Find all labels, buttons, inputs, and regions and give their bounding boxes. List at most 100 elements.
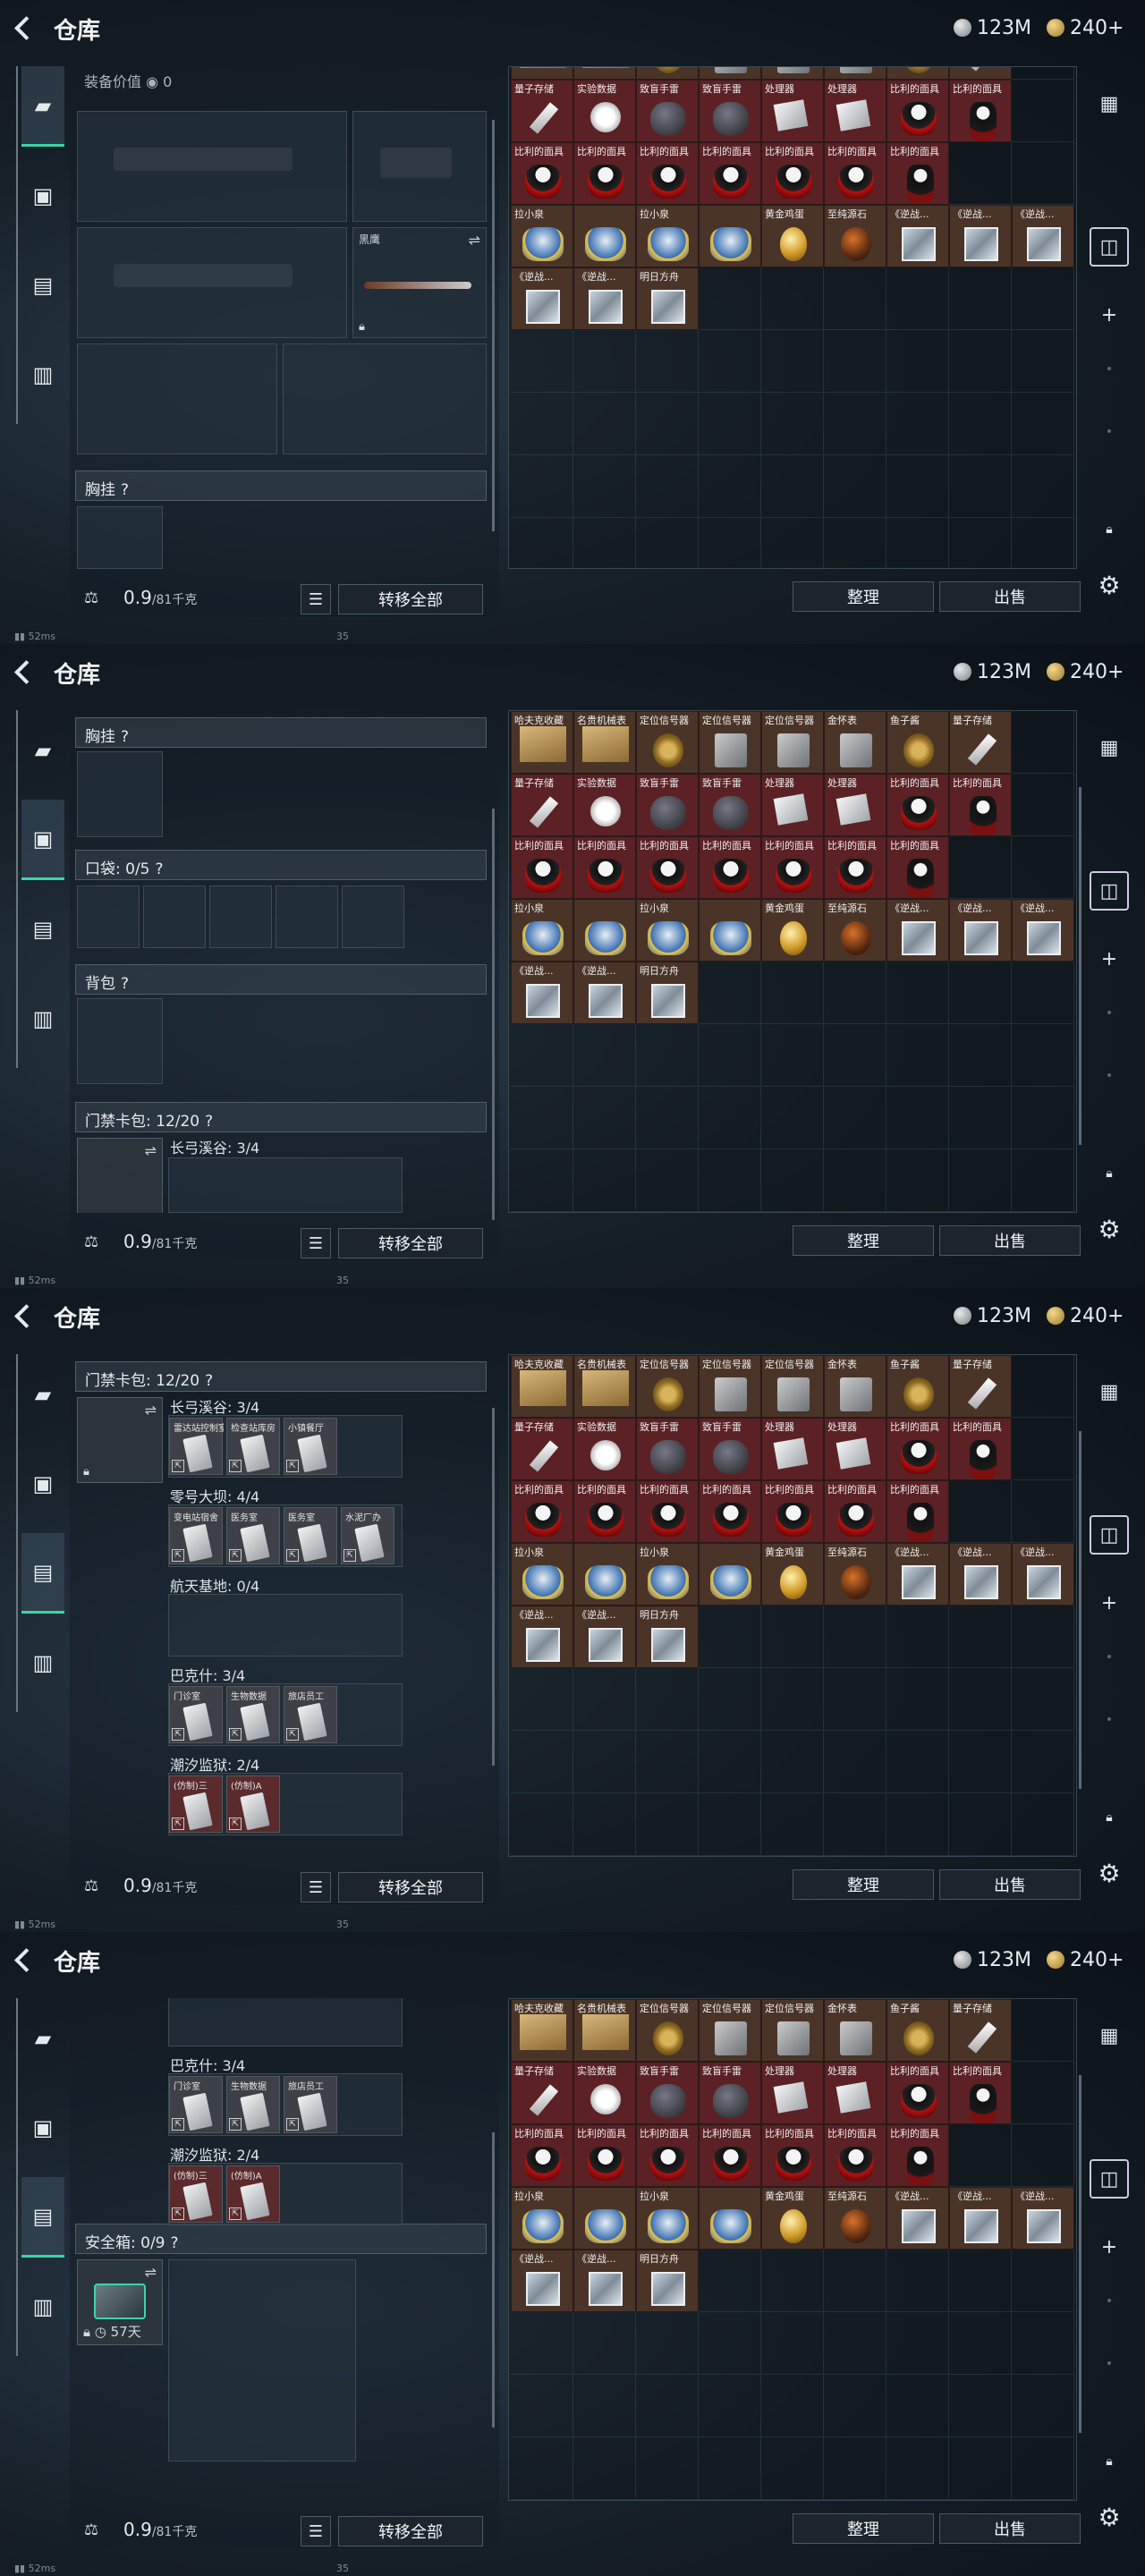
grid-cell[interactable] [761, 1087, 824, 1149]
grid-cell[interactable] [824, 962, 886, 1024]
scrollbar[interactable] [492, 1408, 495, 1766]
add-icon[interactable]: + [1090, 1583, 1129, 1623]
keycard[interactable]: 生物数据 ⇱ [226, 1686, 280, 1743]
grid-cell[interactable] [1012, 836, 1074, 899]
grid-item[interactable]: 名贵机械表 [573, 711, 636, 774]
grid-cell[interactable] [949, 1856, 1012, 1857]
help-icon[interactable]: ? [121, 481, 129, 499]
keycard[interactable]: 水泥厂办 ⇱ [341, 1507, 394, 1564]
back-button[interactable] [9, 1301, 41, 1329]
gold-currency[interactable]: 240+ [1047, 16, 1124, 39]
grid-item[interactable]: 比利的面具 [573, 836, 636, 899]
grid-cell[interactable] [1012, 711, 1074, 774]
grid-cell[interactable] [1012, 80, 1074, 142]
grid-cell[interactable] [886, 1212, 949, 1213]
storage-icon[interactable]: ▦ [1090, 728, 1129, 767]
tab-weapons[interactable]: ▰ [21, 1354, 64, 1435]
grid-cell[interactable] [699, 393, 761, 455]
grid-cell[interactable] [761, 2500, 824, 2501]
keycard[interactable]: (仿制)A ⇱ [226, 1775, 280, 1833]
primary-weapon-slot[interactable] [77, 111, 347, 222]
grid-cell[interactable] [636, 2312, 699, 2375]
grid-item[interactable]: 黄金鸡蛋 [761, 205, 824, 267]
tab-case[interactable]: ▥ [21, 335, 64, 415]
grid-item[interactable] [573, 899, 636, 962]
grid-cell[interactable] [573, 1793, 636, 1856]
grid-cell[interactable] [636, 393, 699, 455]
grid-cell[interactable] [886, 2250, 949, 2312]
grid-item[interactable]: 金怀表 [824, 711, 886, 774]
grid-cell[interactable] [886, 1731, 949, 1793]
swap-icon[interactable]: ⇌ [469, 232, 480, 249]
secondary-weapon-slot[interactable] [77, 227, 347, 338]
storage-icon[interactable]: ▦ [1090, 84, 1129, 123]
grid-item[interactable]: 《逆战... [511, 1606, 573, 1668]
grid-cell[interactable] [699, 1668, 761, 1731]
grid-item[interactable]: 《逆战... [886, 899, 949, 962]
add-icon[interactable]: + [1090, 2227, 1129, 2267]
keycard[interactable]: 医务室 ⇱ [226, 1507, 280, 1564]
grid-cell[interactable] [886, 2437, 949, 2500]
grid-item[interactable]: 比利的面具 [886, 80, 949, 142]
grid-cell[interactable] [699, 1087, 761, 1149]
grid-cell[interactable] [699, 1856, 761, 1857]
grid-cell[interactable] [1012, 393, 1074, 455]
grid-item[interactable]: 《逆战... [573, 962, 636, 1024]
grid-cell[interactable] [761, 1606, 824, 1668]
grid-cell[interactable] [699, 2437, 761, 2500]
keycard[interactable]: 小镇餐厅 ⇱ [284, 1418, 337, 1475]
grid-item[interactable]: 至纯源石 [824, 2187, 886, 2250]
list-icon[interactable]: ☰ [301, 1228, 331, 1258]
grid-item[interactable] [699, 1543, 761, 1606]
grid-cell[interactable] [886, 2375, 949, 2437]
grid-cell[interactable] [511, 518, 573, 568]
list-icon[interactable]: ☰ [301, 584, 331, 614]
grid-item[interactable]: 明日方舟 [636, 2250, 699, 2312]
safebox-slot[interactable]: ⇌ 🔒︎ ◷ 57天 [77, 2259, 163, 2345]
grid-item[interactable]: 拉小泉 [511, 899, 573, 962]
grid-item[interactable]: 明日方舟 [636, 1606, 699, 1668]
grid-item[interactable]: 比利的面具 [949, 1418, 1012, 1480]
grid-item[interactable]: 致盲手雷 [636, 774, 699, 836]
grid-cell[interactable] [949, 267, 1012, 330]
grid-cell[interactable] [886, 1024, 949, 1087]
grid-cell[interactable] [886, 2500, 949, 2501]
grid-item[interactable]: 实验数据 [573, 1418, 636, 1480]
sell-button[interactable]: 出售 [939, 2513, 1081, 2544]
swap-icon[interactable]: ⇌ [145, 1402, 157, 1419]
grid-cell[interactable] [886, 455, 949, 518]
grid-cell[interactable] [824, 1668, 886, 1731]
grid-cell[interactable] [511, 1856, 573, 1857]
camera-icon[interactable]: ◫ [1090, 2159, 1129, 2199]
tab-cards[interactable]: ▤ [21, 889, 64, 970]
grid-cell[interactable] [824, 1212, 886, 1213]
transfer-all-button[interactable]: 转移全部 [338, 1872, 483, 1902]
grid-cell[interactable] [949, 1606, 1012, 1668]
tab-cards[interactable]: ▤ [21, 1533, 64, 1614]
grid-cell[interactable] [824, 2312, 886, 2375]
grid-item[interactable]: 明日方舟 [636, 267, 699, 330]
keycard[interactable]: 门诊室 ⇱ [169, 1686, 223, 1743]
grid-cell[interactable] [511, 1793, 573, 1856]
grid-cell[interactable] [1012, 67, 1074, 80]
grid-item[interactable]: 致盲手雷 [699, 1418, 761, 1480]
grid-item[interactable]: 比利的面具 [949, 80, 1012, 142]
transfer-all-button[interactable]: 转移全部 [338, 2516, 483, 2546]
grid-cell[interactable] [573, 1668, 636, 1731]
grid-cell[interactable] [761, 1668, 824, 1731]
grid-cell[interactable] [699, 1212, 761, 1213]
camera-icon[interactable]: ◫ [1090, 227, 1129, 267]
grid-cell[interactable] [511, 330, 573, 393]
grid-cell[interactable] [511, 2500, 573, 2501]
grid-item[interactable]: 鱼子酱 [886, 711, 949, 774]
tab-cards[interactable]: ▤ [21, 2177, 64, 2258]
grid-cell[interactable] [949, 836, 1012, 899]
grid-item[interactable]: 黄金鸡蛋 [761, 1543, 824, 1606]
grid-item[interactable]: 比利的面具 [699, 1480, 761, 1543]
grid-item[interactable]: 黄金鸡蛋 [761, 899, 824, 962]
grid-item[interactable]: 量子存储 [949, 1999, 1012, 2062]
scrollbar[interactable] [492, 120, 495, 531]
chest-slot[interactable] [77, 506, 163, 569]
grid-cell[interactable] [511, 1024, 573, 1087]
grid-cell[interactable] [886, 267, 949, 330]
